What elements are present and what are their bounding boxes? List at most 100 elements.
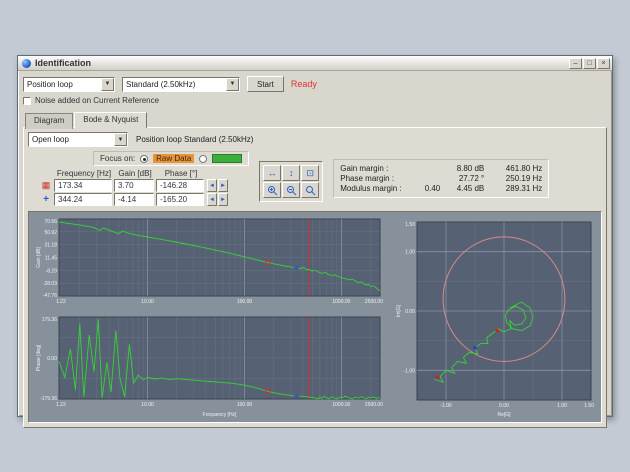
bode-gain-chart[interactable]: 1.2210.00100.001000.002500.0070.6650.923… bbox=[33, 216, 385, 308]
svg-text:Re[G]: Re[G] bbox=[497, 412, 511, 418]
charts-area: 1.2210.00100.001000.002500.0070.6650.923… bbox=[28, 211, 602, 423]
filtered-swatch bbox=[212, 154, 242, 163]
cursor1-step-left-button[interactable]: ◄ bbox=[207, 179, 217, 192]
phase-margin-frequency: 250.19 Hz bbox=[484, 174, 542, 183]
start-button[interactable]: Start bbox=[247, 76, 284, 92]
app-icon bbox=[22, 59, 31, 68]
cursor-block: Focus on: Raw Data Frequency [Hz] Gain [… bbox=[38, 151, 249, 206]
loop-select[interactable]: Position loop ▼ bbox=[23, 77, 115, 92]
identification-window: Identification – □ × Position loop ▼ Sta… bbox=[17, 55, 613, 417]
phase-margin-row: Phase margin : 27.72 ° 250.19 Hz bbox=[340, 174, 542, 183]
noise-option-row: Noise added on Current Reference bbox=[23, 96, 607, 105]
tab-bode-nyquist[interactable]: Bode & Nyquist bbox=[74, 112, 147, 128]
phase-margin-value: 27.72 ° bbox=[440, 174, 484, 183]
controls-strip: Focus on: Raw Data Frequency [Hz] Gain [… bbox=[28, 151, 602, 206]
open-loop-select-value: Open loop bbox=[32, 135, 114, 144]
h-arrows-icon: ↔ bbox=[268, 168, 277, 178]
zoom-out-button[interactable] bbox=[282, 182, 300, 198]
zoom-box-button[interactable]: ⊡ bbox=[301, 165, 319, 181]
nyquist-chart[interactable]: -1.000.001.001.501.501.000.00-1.00Re[G]I… bbox=[393, 216, 597, 418]
svg-text:70.66: 70.66 bbox=[44, 219, 57, 225]
titlebar[interactable]: Identification – □ × bbox=[18, 56, 612, 71]
cursor2-phase-field[interactable]: -165.20 bbox=[156, 193, 204, 206]
cursor2-step-left-button[interactable]: ◄ bbox=[207, 193, 217, 206]
tab-diagram[interactable]: Diagram bbox=[25, 113, 73, 129]
chevron-down-icon[interactable]: ▼ bbox=[226, 78, 239, 91]
cursor1-frequency-field[interactable]: 173.34 bbox=[54, 179, 112, 192]
phase-margin-extra bbox=[414, 174, 440, 183]
svg-text:100.00: 100.00 bbox=[237, 402, 253, 408]
cursor2-step-right-button[interactable]: ► bbox=[218, 193, 228, 206]
svg-text:11.45: 11.45 bbox=[45, 256, 57, 262]
panel-header-row: Open loop ▼ Position loop Standard (2.50… bbox=[28, 132, 602, 147]
close-button[interactable]: × bbox=[597, 58, 610, 69]
svg-text:2500.00: 2500.00 bbox=[365, 299, 383, 305]
modulus-margin-extra: 0.40 bbox=[414, 184, 440, 193]
magnifier-icon bbox=[305, 185, 316, 196]
raw-data-label: Raw Data bbox=[153, 154, 194, 163]
modulus-margin-row: Modulus margin : 0.40 4.45 dB 289.31 Hz bbox=[340, 184, 542, 193]
chevron-down-icon[interactable]: ▼ bbox=[101, 78, 114, 91]
svg-text:50.92: 50.92 bbox=[44, 230, 57, 236]
zoom-in-icon bbox=[267, 185, 278, 196]
filtered-radio[interactable] bbox=[199, 155, 207, 163]
frequency-column-header: Frequency [Hz] bbox=[54, 169, 114, 178]
svg-text:0.00: 0.00 bbox=[47, 356, 57, 362]
focus-group: Focus on: Raw Data bbox=[93, 151, 249, 166]
svg-text:1.50: 1.50 bbox=[584, 403, 594, 409]
svg-text:10.00: 10.00 bbox=[141, 402, 154, 408]
modulus-margin-frequency: 289.31 Hz bbox=[484, 184, 542, 193]
zoom-vertical-button[interactable]: ↕ bbox=[282, 165, 300, 181]
svg-text:-47.76: -47.76 bbox=[43, 293, 57, 299]
cursor1-marker-icon: ▦ bbox=[38, 181, 54, 190]
cursor1-step-right-button[interactable]: ► bbox=[218, 179, 228, 192]
cursor2-gain-field[interactable]: -4.14 bbox=[114, 193, 154, 206]
svg-text:-1.00: -1.00 bbox=[404, 368, 416, 374]
box-zoom-icon: ⊡ bbox=[306, 168, 314, 179]
svg-text:1.22: 1.22 bbox=[56, 299, 66, 305]
desktop: Identification – □ × Position loop ▼ Sta… bbox=[0, 0, 630, 472]
modulus-margin-label: Modulus margin : bbox=[340, 184, 414, 193]
zoom-horizontal-button[interactable]: ↔ bbox=[263, 165, 281, 181]
svg-text:-179.36: -179.36 bbox=[40, 396, 57, 402]
gain-margin-value: 8.80 dB bbox=[440, 164, 484, 173]
svg-text:10.00: 10.00 bbox=[141, 299, 154, 305]
svg-text:0.00: 0.00 bbox=[405, 309, 415, 315]
svg-text:1.22: 1.22 bbox=[56, 402, 66, 408]
phase-column-header: Phase [°] bbox=[156, 169, 206, 178]
gain-column-header: Gain [dB] bbox=[114, 169, 156, 178]
cursor-table: Frequency [Hz] Gain [dB] Phase [°] ▦ 173… bbox=[38, 169, 249, 206]
minimize-button[interactable]: – bbox=[569, 58, 582, 69]
status-label: Ready bbox=[291, 79, 317, 89]
svg-text:Frequency [Hz]: Frequency [Hz] bbox=[203, 412, 238, 418]
tab-strip: Diagram Bode & Nyquist bbox=[25, 111, 607, 127]
zoom-in-button[interactable] bbox=[263, 182, 281, 198]
bode-nyquist-panel: Open loop ▼ Position loop Standard (2.50… bbox=[23, 127, 607, 428]
loop-select-value: Position loop bbox=[27, 80, 101, 89]
zoom-toolbar: ↔ ↕ ⊡ bbox=[259, 161, 323, 202]
maximize-button[interactable]: □ bbox=[583, 58, 596, 69]
gain-margin-row: Gain margin : 8.80 dB 461.80 Hz bbox=[340, 164, 542, 173]
margins-panel: Gain margin : 8.80 dB 461.80 Hz Phase ma… bbox=[333, 159, 549, 198]
focus-label: Focus on: bbox=[100, 154, 135, 163]
cursor1-phase-field[interactable]: -146.28 bbox=[156, 179, 204, 192]
standard-select[interactable]: Standard (2.50kHz) ▼ bbox=[122, 77, 240, 92]
raw-data-radio[interactable] bbox=[140, 155, 148, 163]
open-loop-select[interactable]: Open loop ▼ bbox=[28, 132, 128, 147]
bode-phase-chart[interactable]: 1.2210.00100.001000.002500.00179.360.00-… bbox=[33, 314, 385, 420]
cursor1-gain-field[interactable]: 3.70 bbox=[114, 179, 154, 192]
svg-text:0.00: 0.00 bbox=[499, 403, 509, 409]
svg-text:1.00: 1.00 bbox=[405, 250, 415, 256]
zoom-reset-button[interactable] bbox=[301, 182, 319, 198]
table-row: + 344.24 -4.14 -165.20 ◄ ► bbox=[38, 193, 249, 206]
svg-text:-1.00: -1.00 bbox=[440, 403, 452, 409]
chevron-down-icon[interactable]: ▼ bbox=[114, 133, 127, 146]
table-row: ▦ 173.34 3.70 -146.28 ◄ ► bbox=[38, 179, 249, 192]
svg-text:Phase [deg]: Phase [deg] bbox=[36, 344, 42, 371]
svg-text:-28.03: -28.03 bbox=[43, 281, 57, 287]
v-arrows-icon: ↕ bbox=[289, 168, 294, 178]
svg-text:2500.00: 2500.00 bbox=[365, 402, 383, 408]
noise-checkbox[interactable] bbox=[23, 97, 31, 105]
cursor2-frequency-field[interactable]: 344.24 bbox=[54, 193, 112, 206]
standard-select-value: Standard (2.50kHz) bbox=[126, 80, 226, 89]
